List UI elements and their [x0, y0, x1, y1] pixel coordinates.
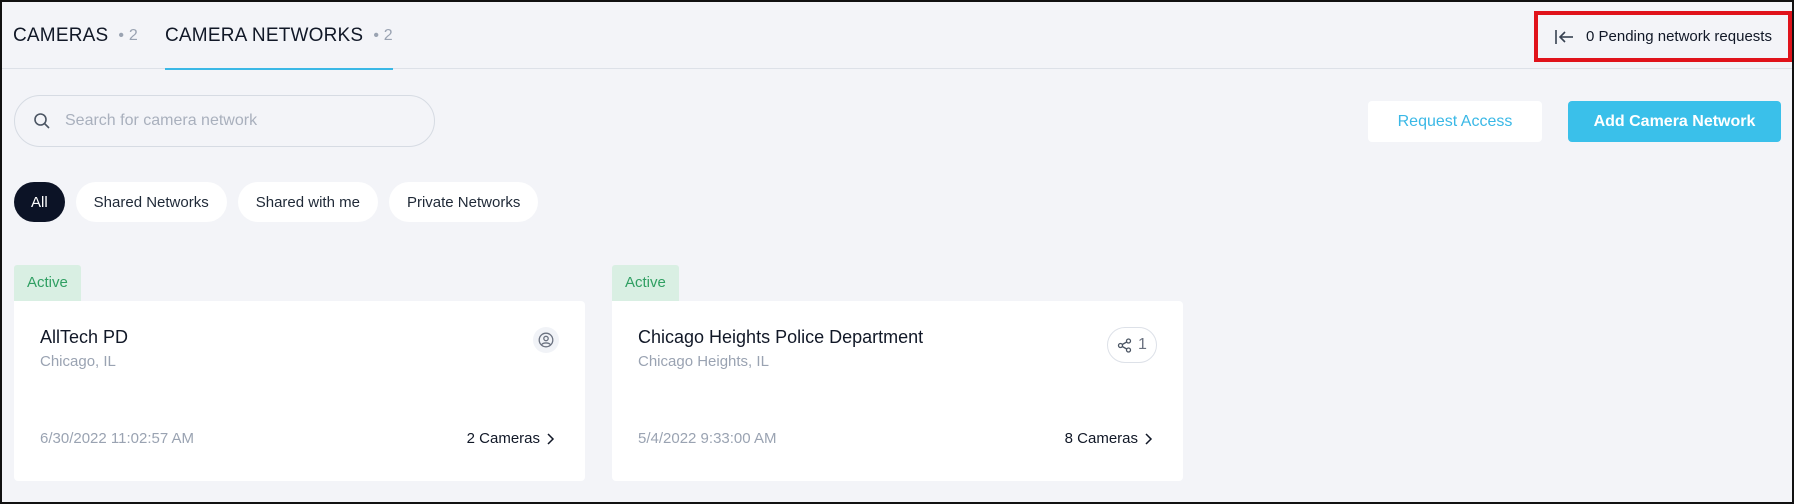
- request-access-button[interactable]: Request Access: [1368, 101, 1542, 142]
- network-card-body[interactable]: Chicago Heights Police Department Chicag…: [612, 301, 1183, 481]
- app-frame: CAMERAS • 2 CAMERA NETWORKS • 2 0 Pendin…: [0, 0, 1794, 504]
- tab-count: • 2: [118, 26, 138, 44]
- pending-requests-button[interactable]: 0 Pending network requests: [1534, 11, 1792, 62]
- top-tab-bar: CAMERAS • 2 CAMERA NETWORKS • 2 0 Pendin…: [2, 2, 1792, 70]
- filter-chips: All Shared Networks Shared with me Priva…: [14, 182, 539, 222]
- status-badge: Active: [612, 265, 679, 301]
- chevron-right-icon: [547, 432, 555, 445]
- filter-private-networks[interactable]: Private Networks: [388, 182, 539, 222]
- cameras-count: 8 Cameras: [1064, 430, 1138, 447]
- share-count-button[interactable]: 1: [1107, 327, 1157, 363]
- search-box: [14, 95, 435, 147]
- search-input[interactable]: [65, 112, 395, 130]
- tab-count: • 2: [373, 26, 393, 44]
- tab-label: CAMERA NETWORKS: [165, 24, 364, 46]
- search-icon: [34, 113, 50, 129]
- tab-cameras[interactable]: CAMERAS • 2: [13, 2, 138, 69]
- filter-shared-networks[interactable]: Shared Networks: [75, 182, 227, 222]
- cameras-count: 2 Cameras: [466, 430, 540, 447]
- network-location: Chicago Heights, IL: [638, 353, 769, 370]
- network-date: 6/30/2022 11:02:57 AM: [40, 430, 195, 447]
- network-name: Chicago Heights Police Department: [638, 327, 924, 347]
- user-circle-icon: [533, 327, 559, 353]
- add-camera-network-button[interactable]: Add Camera Network: [1568, 101, 1781, 142]
- network-location: Chicago, IL: [40, 353, 116, 370]
- pending-requests-label: 0 Pending network requests: [1586, 28, 1772, 45]
- network-card-body[interactable]: AllTech PD Chicago, IL 6/30/2022 11:02:5…: [14, 301, 585, 481]
- network-date: 5/4/2022 9:33:00 AM: [638, 430, 777, 447]
- chevron-right-icon: [1145, 432, 1153, 445]
- cameras-link[interactable]: 2 Cameras: [467, 430, 555, 447]
- tab-camera-networks[interactable]: CAMERA NETWORKS • 2: [165, 2, 393, 70]
- status-badge: Active: [14, 265, 81, 301]
- filter-shared-with-me[interactable]: Shared with me: [237, 182, 378, 222]
- share-count: 1: [1138, 336, 1147, 353]
- network-card: Active AllTech PD Chicago, IL 6/30/2022 …: [14, 265, 585, 481]
- network-card: Active Chicago Heights Police Department…: [612, 265, 1183, 481]
- network-name: AllTech PD: [40, 327, 129, 347]
- filter-all[interactable]: All: [14, 182, 65, 222]
- cameras-link[interactable]: 8 Cameras: [1065, 430, 1153, 447]
- arrow-to-left-icon: [1555, 29, 1573, 44]
- share-icon: [1117, 337, 1132, 353]
- tab-label: CAMERAS: [13, 24, 109, 46]
